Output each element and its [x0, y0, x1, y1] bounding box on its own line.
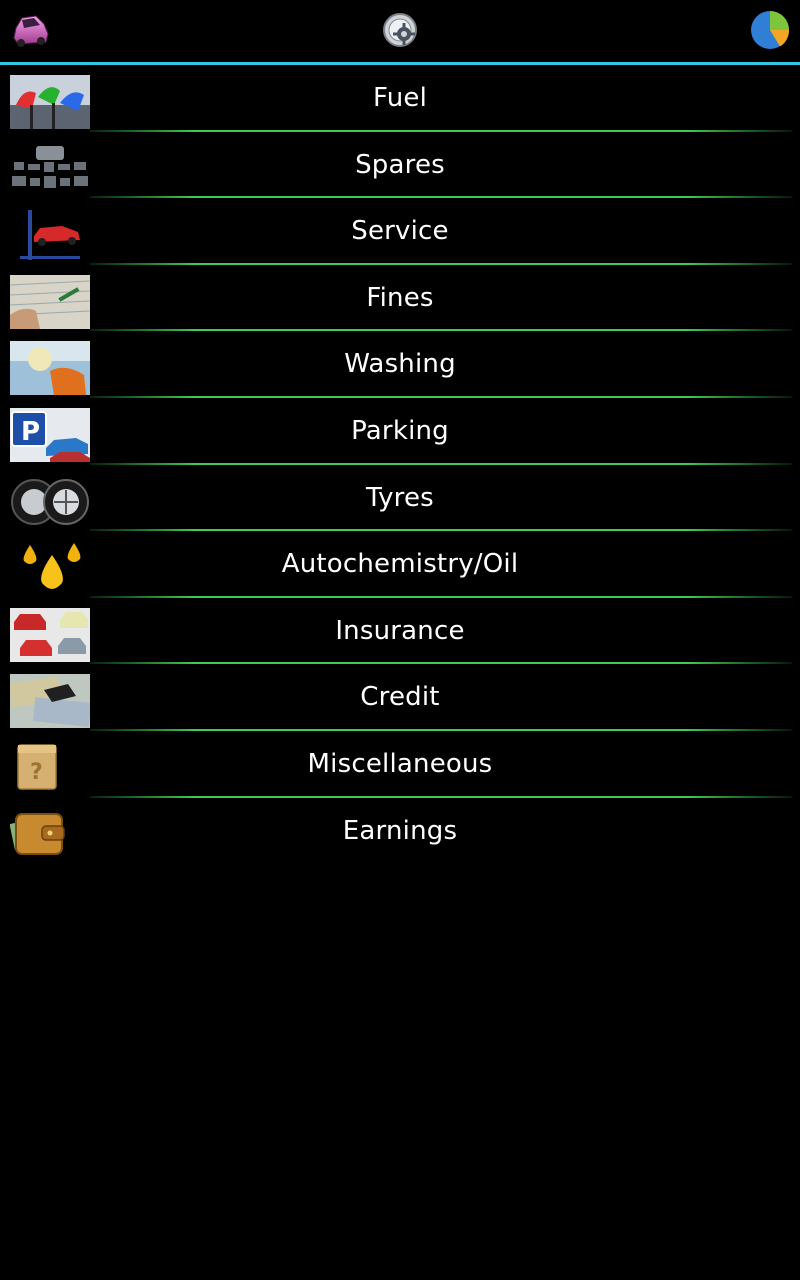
category-row-autochemistry-oil[interactable]: Autochemistry/Oil [0, 531, 800, 598]
category-label: Washing [344, 349, 456, 380]
category-row-spares[interactable]: Spares [0, 132, 800, 199]
category-row-miscellaneous[interactable]: ? Miscellaneous [0, 731, 800, 798]
category-label: Service [351, 216, 449, 247]
car-icon[interactable] [8, 8, 52, 52]
category-row-service[interactable]: Service [0, 198, 800, 265]
category-label: Tyres [366, 482, 434, 513]
category-row-earnings[interactable]: Earnings [0, 798, 800, 865]
category-label: Credit [360, 682, 440, 713]
category-row-washing[interactable]: Washing [0, 331, 800, 398]
category-list: Fuel Spares Service Fines Washing P Park… [0, 65, 800, 864]
category-row-parking[interactable]: P Parking [0, 398, 800, 465]
category-label: Insurance [335, 615, 465, 646]
category-label: Miscellaneous [307, 748, 493, 779]
gear-settings-icon[interactable] [378, 8, 422, 52]
category-row-fines[interactable]: Fines [0, 265, 800, 332]
top-action-bar [0, 0, 800, 62]
category-row-fuel[interactable]: Fuel [0, 65, 800, 132]
category-label: Fines [366, 282, 434, 313]
category-row-credit[interactable]: Credit [0, 664, 800, 731]
category-label: Spares [355, 149, 445, 180]
category-label: Fuel [372, 83, 428, 113]
pie-chart-icon[interactable] [748, 8, 792, 52]
category-row-tyres[interactable]: Tyres [0, 465, 800, 532]
category-label: Parking [351, 415, 449, 446]
category-row-insurance[interactable]: Insurance [0, 598, 800, 665]
category-label: Earnings [342, 815, 458, 846]
category-label: Autochemistry/Oil [281, 549, 519, 580]
